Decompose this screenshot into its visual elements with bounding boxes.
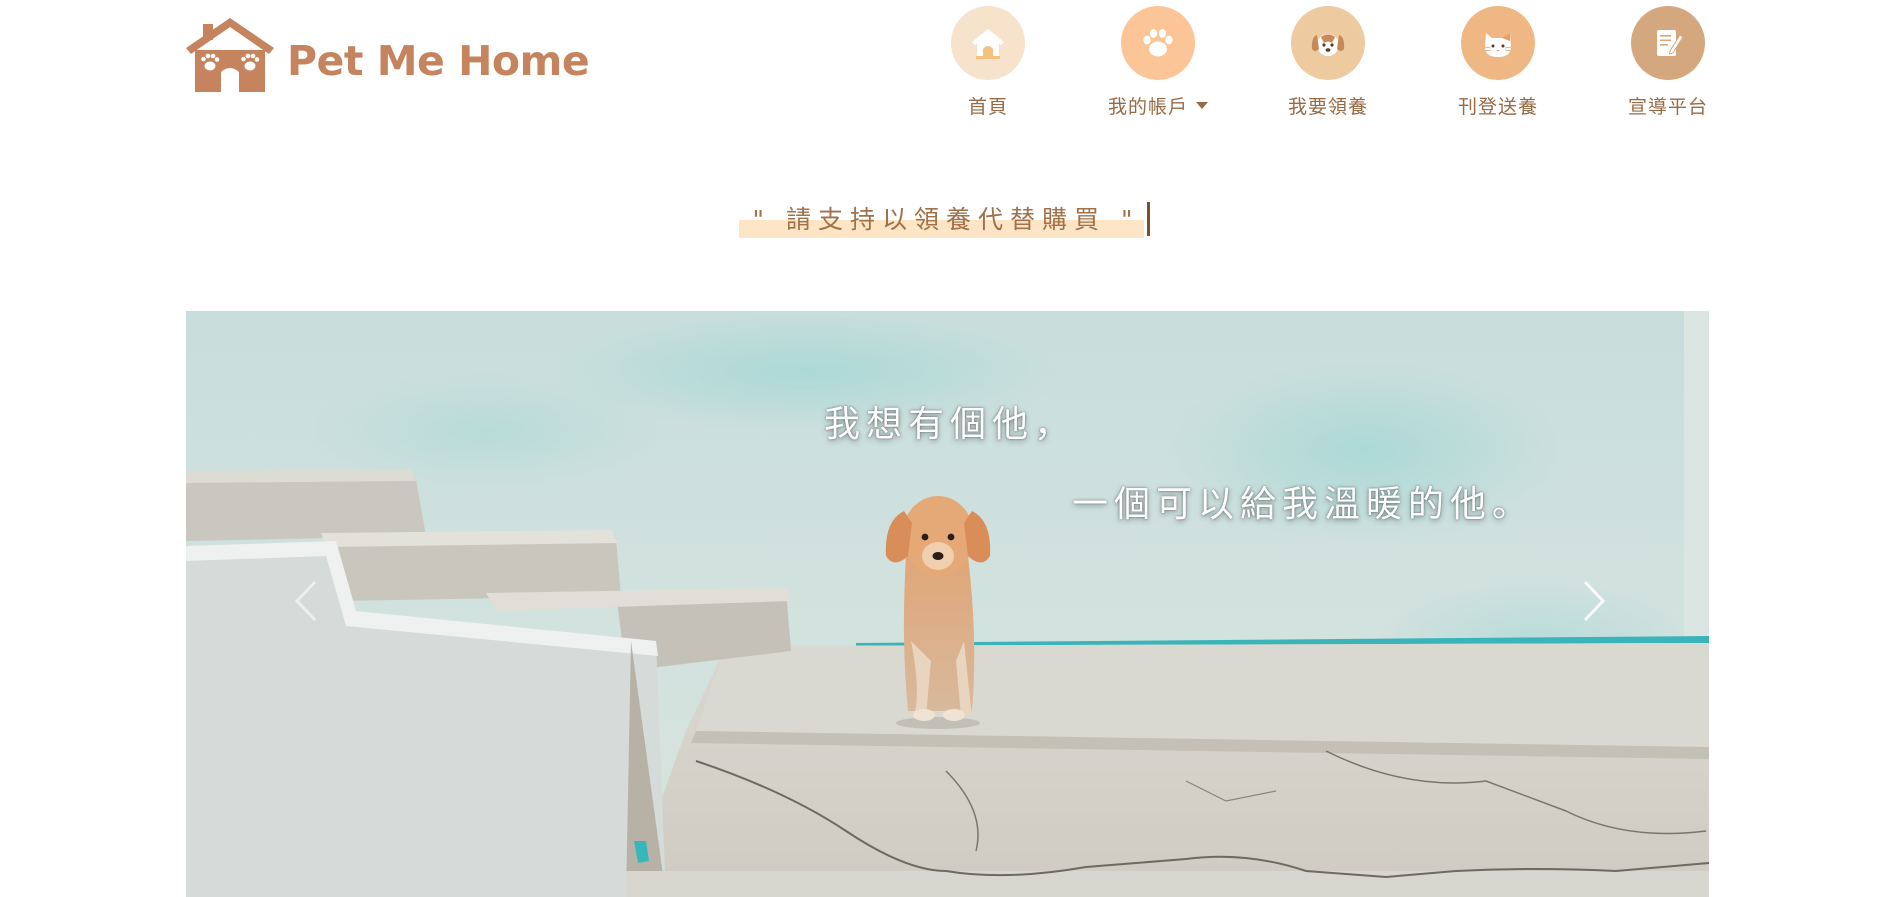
nav-item-my-account[interactable]: 我的帳戶 — [1073, 6, 1243, 119]
nav-item-adopt[interactable]: 我要領養 — [1243, 6, 1413, 119]
nav-icon-circle — [1121, 6, 1195, 80]
nav-label-post-rehome: 刊登送養 — [1457, 96, 1538, 118]
dog-face-icon — [1311, 34, 1345, 56]
carousel-next-button[interactable] — [1564, 551, 1624, 651]
notepad-pencil-icon — [1657, 30, 1684, 56]
nav-label-home: 首頁 — [967, 96, 1008, 118]
nav-label-my-account: 我的帳戶 — [1107, 96, 1188, 118]
dog-house-icon — [972, 29, 1004, 59]
nav-item-advocacy[interactable]: 宣導平台 — [1583, 6, 1753, 119]
cat-face-icon — [1484, 33, 1512, 57]
house-paws-icon — [186, 18, 274, 92]
main-nav: 首頁 我的帳戶 我要領養 刊登送養 宣導平台 — [903, 6, 1753, 119]
nav-item-post-rehome[interactable]: 刊登送養 — [1413, 6, 1583, 119]
nav-label-adopt: 我要領養 — [1287, 96, 1368, 118]
carousel-prev-button[interactable] — [276, 551, 336, 651]
hero-carousel[interactable]: 我想有個他， 一個可以給我溫暖的他。 — [186, 311, 1709, 897]
paw-icon — [1143, 29, 1173, 57]
nav-label-advocacy: 宣導平台 — [1627, 96, 1708, 118]
nav-icon-circle — [1461, 6, 1535, 80]
slogan: " 請支持以領養代替購買 " — [738, 200, 1151, 238]
nav-icon-circle — [951, 6, 1025, 80]
slogan-row: " 請支持以領養代替購買 " — [0, 200, 1889, 238]
chevron-right-icon — [1583, 580, 1606, 622]
brand-name: Pet Me Home — [287, 36, 590, 85]
carousel-caption-line-1: 我想有個他， — [824, 404, 1077, 445]
nav-icon-circle — [1291, 6, 1365, 80]
slogan-text: " 請支持以領養代替購買 " — [752, 205, 1140, 234]
chevron-left-icon — [294, 580, 317, 622]
nav-item-home[interactable]: 首頁 — [903, 6, 1073, 119]
page: Pet Me Home 首頁 我的帳戶 我要領養 刊登送養 宣導平台 " 請支持… — [0, 0, 1889, 897]
typing-cursor — [1147, 202, 1151, 236]
caret-down-icon[interactable] — [1196, 102, 1208, 109]
brand-logo-link[interactable]: Pet Me Home — [183, 14, 590, 94]
nav-icon-circle — [1631, 6, 1705, 80]
carousel-caption-line-2: 一個可以給我溫暖的他。 — [1072, 484, 1535, 525]
